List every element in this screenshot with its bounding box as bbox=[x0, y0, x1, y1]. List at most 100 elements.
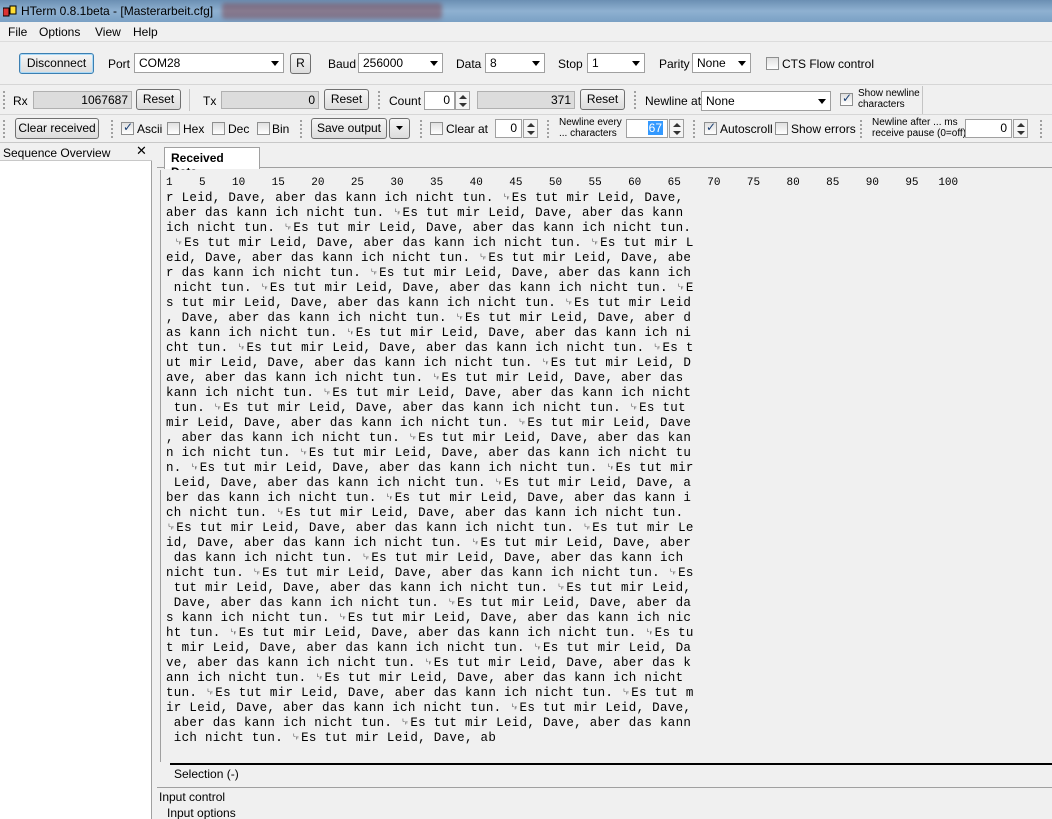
newline-every-spinner[interactable] bbox=[669, 119, 684, 138]
ascii-checkbox[interactable] bbox=[121, 120, 134, 135]
tab-received-data[interactable]: Received Data bbox=[164, 147, 260, 179]
spin-down-icon[interactable] bbox=[459, 103, 467, 107]
received-line: n. ␊Es tut mir Leid, Dave, aber das kann… bbox=[166, 461, 694, 475]
received-line: tut mir Leid, Dave, aber das kann ich ni… bbox=[166, 581, 692, 595]
newline-after-input[interactable]: 0 bbox=[965, 119, 1012, 138]
newline-after-label: Newline after ... ms bbox=[872, 117, 958, 128]
received-line: ir Leid, Dave, aber das kann ich nicht t… bbox=[166, 701, 692, 715]
show-errors-checkbox[interactable] bbox=[775, 122, 788, 135]
clear-received-button[interactable]: Clear received bbox=[15, 118, 99, 139]
input-control-section: Input control bbox=[157, 787, 1052, 805]
newline-at-select[interactable]: None bbox=[701, 91, 831, 111]
show-newline-checkbox[interactable] bbox=[840, 91, 853, 106]
stop-label: Stop bbox=[558, 57, 583, 71]
toolbar-grip[interactable] bbox=[420, 120, 423, 138]
input-options-title: Input options bbox=[167, 806, 236, 819]
received-line: ich nicht tun. ␊Es tut mir Leid, Dave, a… bbox=[166, 731, 497, 745]
chevron-down-icon bbox=[738, 61, 746, 66]
chevron-down-icon bbox=[271, 61, 279, 66]
selection-bar: Selection (-) bbox=[170, 763, 1052, 781]
toolbar-grip[interactable] bbox=[634, 91, 637, 109]
sequence-overview-title: Sequence Overview bbox=[3, 146, 111, 160]
cts-flow-control-label: CTS Flow control bbox=[782, 57, 875, 71]
received-line: , aber das kann ich nicht tun. ␊Es tut m… bbox=[166, 431, 692, 445]
sequence-overview-panel bbox=[0, 144, 152, 819]
count-input[interactable]: 0 bbox=[424, 91, 455, 110]
received-line: kann ich nicht tun. ␊Es tut mir Leid, Da… bbox=[166, 386, 692, 400]
received-line: das kann ich nicht tun. ␊Es tut mir Leid… bbox=[166, 551, 684, 565]
menu-file[interactable]: File bbox=[8, 25, 27, 39]
received-line: eid, Dave, aber das kann ich nicht tun. … bbox=[166, 251, 692, 265]
cts-flow-control-checkbox[interactable] bbox=[766, 57, 779, 70]
spin-down-icon[interactable] bbox=[673, 131, 681, 135]
received-line: ht tun. ␊Es tut mir Leid, Dave, aber das… bbox=[166, 626, 694, 640]
spin-down-icon[interactable] bbox=[527, 131, 535, 135]
bin-checkbox[interactable] bbox=[257, 122, 270, 135]
input-control-title: Input control bbox=[159, 790, 226, 804]
newline-every-input[interactable]: 67 bbox=[626, 119, 668, 138]
rx-reset-button[interactable]: Reset bbox=[136, 89, 181, 110]
clear-at-checkbox[interactable] bbox=[430, 122, 443, 135]
toolbar-grip[interactable] bbox=[378, 91, 381, 109]
received-line: n ich nicht tun. ␊Es tut mir Leid, Dave,… bbox=[166, 446, 692, 460]
dec-checkbox[interactable] bbox=[212, 122, 225, 135]
menu-view[interactable]: View bbox=[95, 25, 121, 39]
toolbar-grip[interactable] bbox=[860, 120, 863, 138]
data-bits-value: 8 bbox=[490, 56, 497, 70]
clear-at-input[interactable]: 0 bbox=[495, 119, 522, 138]
clear-at-spinner[interactable] bbox=[523, 119, 538, 138]
spin-up-icon[interactable] bbox=[527, 123, 535, 127]
title-bar: HTerm 0.8.1beta - [Masterarbeit.cfg] bbox=[0, 0, 1052, 22]
show-errors-label: Show errors bbox=[791, 122, 856, 136]
baud-select[interactable]: 256000 bbox=[358, 53, 443, 73]
newline-at-value: None bbox=[706, 94, 735, 108]
toolbar-grip[interactable] bbox=[300, 120, 303, 138]
window-title: HTerm 0.8.1beta - [Masterarbeit.cfg] bbox=[21, 4, 214, 18]
autoscroll-checkbox[interactable] bbox=[704, 120, 717, 135]
spin-up-icon[interactable] bbox=[459, 95, 467, 99]
selection-label: Selection (-) bbox=[174, 767, 239, 781]
count-spinner[interactable] bbox=[455, 91, 470, 110]
hex-checkbox[interactable] bbox=[167, 122, 180, 135]
received-line: ber das kann ich nicht tun. ␊Es tut mir … bbox=[166, 491, 692, 505]
menu-options[interactable]: Options bbox=[39, 25, 80, 39]
stop-bits-value: 1 bbox=[592, 56, 599, 70]
save-output-dropdown-button[interactable] bbox=[389, 118, 410, 139]
received-line: ich nicht tun. ␊Es tut mir Leid, Dave, a… bbox=[166, 221, 692, 235]
newline-every-label: Newline every bbox=[559, 117, 622, 128]
menu-help[interactable]: Help bbox=[133, 25, 158, 39]
port-value: COM28 bbox=[139, 56, 181, 70]
tx-counter: 0 bbox=[221, 91, 319, 109]
port-select[interactable]: COM28 bbox=[134, 53, 284, 73]
panel-splitter[interactable] bbox=[152, 144, 157, 819]
refresh-ports-button[interactable]: R bbox=[290, 53, 311, 74]
received-line: tun. ␊Es tut mir Leid, Dave, aber das ka… bbox=[166, 401, 686, 415]
save-output-button[interactable]: Save output bbox=[311, 118, 387, 139]
toolbar-grip[interactable] bbox=[1040, 120, 1043, 138]
toolbar-grip[interactable] bbox=[3, 91, 6, 109]
spin-up-icon[interactable] bbox=[673, 123, 681, 127]
received-line: ut mir Leid, Dave, aber das kann ich nic… bbox=[166, 356, 692, 370]
newline-after-spinner[interactable] bbox=[1013, 119, 1028, 138]
toolbar-grip[interactable] bbox=[111, 120, 114, 138]
tab-strip bbox=[157, 144, 1052, 168]
toolbar-grip[interactable] bbox=[3, 120, 6, 138]
spin-down-icon[interactable] bbox=[1017, 131, 1025, 135]
tx-reset-button[interactable]: Reset bbox=[324, 89, 369, 110]
received-line: ann ich nicht tun. ␊Es tut mir Leid, Dav… bbox=[166, 671, 684, 685]
toolbar-grip[interactable] bbox=[693, 120, 696, 138]
received-line: tun. ␊Es tut mir Leid, Dave, aber das ka… bbox=[166, 686, 694, 700]
toolbar-grip[interactable] bbox=[547, 120, 550, 138]
disconnect-button[interactable]: Disconnect bbox=[19, 53, 94, 74]
rx-label: Rx bbox=[13, 94, 28, 108]
received-data-text[interactable]: r Leid, Dave, aber das kann ich nicht tu… bbox=[166, 191, 694, 746]
count-reset-button[interactable]: Reset bbox=[580, 89, 625, 110]
received-line: s kann ich nicht tun. ␊Es tut mir Leid, … bbox=[166, 611, 692, 625]
spin-up-icon[interactable] bbox=[1017, 123, 1025, 127]
data-bits-select[interactable]: 8 bbox=[485, 53, 545, 73]
parity-select[interactable]: None bbox=[692, 53, 751, 73]
close-icon[interactable]: ✕ bbox=[136, 144, 147, 159]
chevron-down-icon bbox=[532, 61, 540, 66]
stop-bits-select[interactable]: 1 bbox=[587, 53, 645, 73]
clear-at-label: Clear at bbox=[446, 122, 489, 136]
